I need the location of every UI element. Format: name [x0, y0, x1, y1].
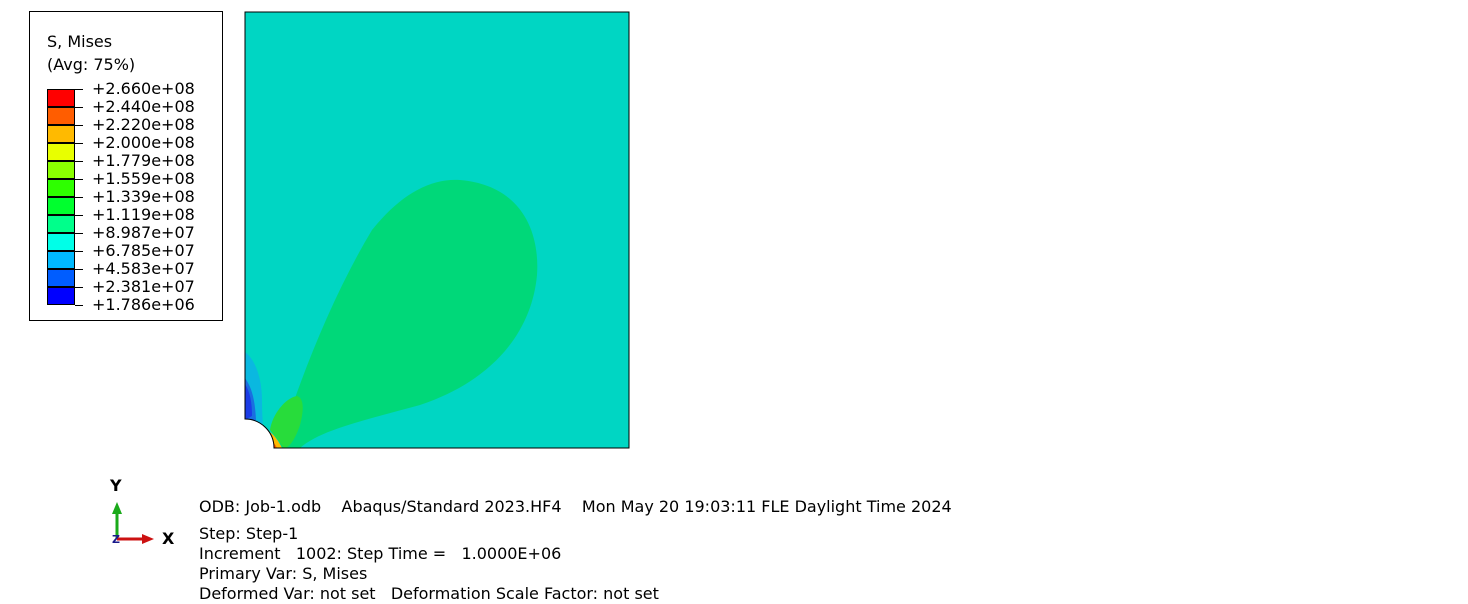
stress-contour-plot	[245, 12, 629, 448]
odb-info-line: ODB: Job-1.odb Abaqus/Standard 2023.HF4 …	[199, 497, 952, 516]
x-axis-label: X	[162, 529, 175, 548]
axis-triad: Y X Z	[109, 476, 175, 548]
y-axis-arrowhead	[112, 502, 122, 514]
y-axis-label: Y	[109, 476, 122, 495]
primary-var-info-line: Primary Var: S, Mises	[199, 564, 368, 583]
step-info-line: Step: Step-1	[199, 524, 299, 543]
z-axis-label: Z	[112, 533, 120, 546]
deformed-var-info-line: Deformed Var: not set Deformation Scale …	[199, 584, 659, 603]
x-axis-arrowhead	[142, 534, 154, 544]
increment-info-line: Increment 1002: Step Time = 1.0000E+06	[199, 544, 562, 563]
